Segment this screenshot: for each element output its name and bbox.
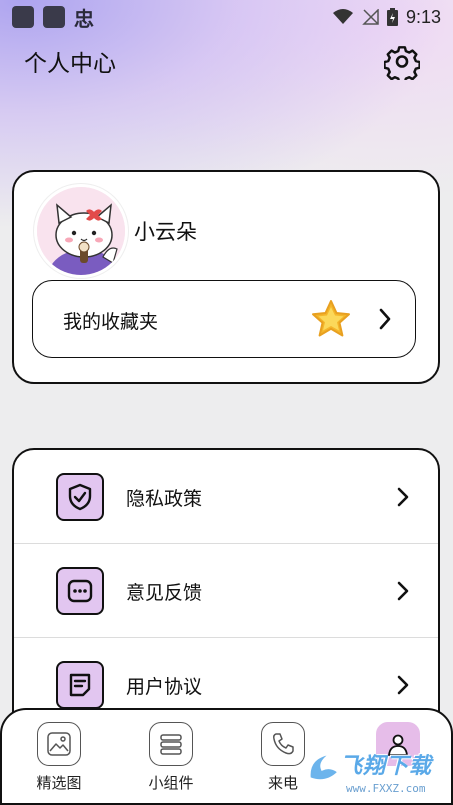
widget-icon xyxy=(149,722,193,766)
phone-icon xyxy=(261,722,305,766)
chevron-right-icon xyxy=(397,675,409,695)
gear-icon[interactable] xyxy=(384,44,420,80)
chevron-right-icon xyxy=(397,487,409,507)
chat-dots-icon xyxy=(56,567,104,615)
menu-item-label: 用户协议 xyxy=(126,676,203,698)
status-indicators: 9:13 xyxy=(332,6,441,28)
nav-label: 精选图 xyxy=(36,774,82,792)
notification-app-icon xyxy=(12,6,34,28)
watermark-logo-icon xyxy=(309,753,340,781)
watermark-url: www.FXXZ.com xyxy=(346,782,426,795)
favorites-button[interactable]: 我的收藏夹 xyxy=(32,280,416,358)
notification-app-icon xyxy=(43,6,65,28)
username[interactable]: 小云朵 xyxy=(134,216,197,246)
document-icon xyxy=(56,661,104,709)
watermark-text: 飞翔下载 xyxy=(340,754,433,779)
chevron-right-icon xyxy=(397,581,409,601)
favorites-label: 我的收藏夹 xyxy=(63,311,159,333)
menu-item-label: 意见反馈 xyxy=(126,582,203,604)
menu-item-privacy-policy[interactable]: 隐私政策 xyxy=(14,450,438,544)
status-bar: 忠 9:13 xyxy=(0,0,453,34)
nav-label: 小组件 xyxy=(148,774,194,792)
no-signal-icon xyxy=(362,9,379,25)
watermark: 飞翔下载 www.FXXZ.com xyxy=(302,740,452,802)
clock: 9:13 xyxy=(405,6,441,27)
wifi-icon xyxy=(332,9,353,24)
nav-item-widgets[interactable]: 小组件 xyxy=(126,722,216,793)
avatar[interactable] xyxy=(34,184,128,278)
page-title: 个人中心 xyxy=(24,51,116,77)
cat-avatar-icon xyxy=(37,187,125,275)
profile-card: 小云朵 我的收藏夹 xyxy=(12,170,440,384)
nav-item-featured[interactable]: 精选图 xyxy=(14,722,104,793)
star-icon xyxy=(312,300,350,337)
settings-menu: 隐私政策 意见反馈 用户协议 xyxy=(12,448,440,748)
menu-item-label: 隐私政策 xyxy=(126,488,203,510)
chevron-right-icon xyxy=(379,308,391,330)
shield-check-icon xyxy=(56,473,104,521)
battery-icon xyxy=(386,8,398,26)
image-icon xyxy=(37,722,81,766)
notification-glyph: 忠 xyxy=(74,6,94,31)
menu-item-feedback[interactable]: 意见反馈 xyxy=(14,544,438,638)
